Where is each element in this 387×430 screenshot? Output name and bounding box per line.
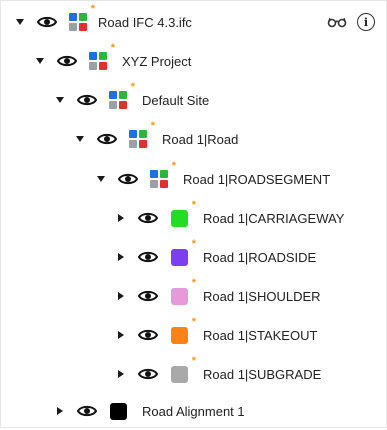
visibility-eye-icon[interactable] bbox=[36, 14, 58, 30]
tree-label-project: XYZ Project bbox=[122, 53, 192, 69]
tree-row-subgrade[interactable]: * Road 1|SUBGRADE bbox=[0, 355, 387, 393]
layer-color-swatch-icon: * bbox=[169, 239, 196, 268]
tree-row-road[interactable]: * Road 1|Road bbox=[0, 120, 387, 158]
visibility-eye-icon[interactable] bbox=[76, 403, 98, 419]
caret-expanded-icon[interactable] bbox=[74, 133, 86, 145]
tree-label-site: Default Site bbox=[142, 92, 210, 108]
tree-row-shoulder[interactable]: * Road 1|SHOULDER bbox=[0, 277, 387, 315]
modified-star-icon: * bbox=[90, 3, 95, 15]
caret-expanded-icon[interactable] bbox=[34, 55, 46, 67]
tree-row-site[interactable]: * Default Site bbox=[0, 81, 387, 119]
modified-star-icon: * bbox=[191, 355, 196, 367]
modified-star-icon: * bbox=[150, 120, 155, 132]
glasses-icon[interactable] bbox=[327, 16, 347, 28]
caret-collapsed-icon[interactable] bbox=[115, 251, 127, 263]
layer-color-swatch-icon: * bbox=[169, 278, 196, 307]
caret-expanded-icon[interactable] bbox=[95, 173, 107, 185]
caret-collapsed-icon[interactable] bbox=[115, 329, 127, 341]
ifc-mosaic-icon: * bbox=[88, 43, 115, 72]
visibility-eye-icon[interactable] bbox=[137, 288, 159, 304]
visibility-eye-icon[interactable] bbox=[117, 171, 139, 187]
tree-label-alignment: Road Alignment 1 bbox=[142, 403, 245, 419]
tree-row-roadside[interactable]: * Road 1|ROADSIDE bbox=[0, 238, 387, 276]
tree-label-road: Road 1|Road bbox=[162, 131, 239, 147]
modified-star-icon: * bbox=[171, 160, 176, 172]
visibility-eye-icon[interactable] bbox=[137, 327, 159, 343]
modified-star-icon: * bbox=[191, 238, 196, 250]
layer-color-swatch-icon: * bbox=[169, 317, 196, 346]
modified-star-icon: * bbox=[130, 81, 135, 93]
ifc-mosaic-icon: * bbox=[149, 161, 176, 190]
tree-row-stakeout[interactable]: * Road 1|STAKEOUT bbox=[0, 316, 387, 354]
tree-label-carriageway: Road 1|CARRIAGEWAY bbox=[203, 210, 345, 226]
caret-collapsed-icon[interactable] bbox=[54, 405, 66, 417]
tree-label-root: Road IFC 4.3.ifc bbox=[98, 14, 192, 30]
visibility-eye-icon[interactable] bbox=[56, 53, 78, 69]
tree-row-root[interactable]: * Road IFC 4.3.ifc i bbox=[0, 3, 387, 41]
caret-collapsed-icon[interactable] bbox=[115, 290, 127, 302]
visibility-eye-icon[interactable] bbox=[96, 131, 118, 147]
tree-label-roadside: Road 1|ROADSIDE bbox=[203, 249, 317, 265]
tree-label-roadsegment: Road 1|ROADSEGMENT bbox=[183, 171, 331, 187]
modified-star-icon: * bbox=[191, 277, 196, 289]
tree-label-shoulder: Road 1|SHOULDER bbox=[203, 288, 321, 304]
tree-label-stakeout: Road 1|STAKEOUT bbox=[203, 327, 318, 343]
caret-collapsed-icon[interactable] bbox=[115, 368, 127, 380]
modified-star-icon: * bbox=[110, 42, 115, 54]
ifc-mosaic-icon: * bbox=[108, 82, 135, 111]
visibility-eye-icon[interactable] bbox=[76, 92, 98, 108]
tree-row-carriageway[interactable]: * Road 1|CARRIAGEWAY bbox=[0, 199, 387, 237]
visibility-eye-icon[interactable] bbox=[137, 366, 159, 382]
caret-collapsed-icon[interactable] bbox=[115, 212, 127, 224]
ifc-mosaic-icon: * bbox=[128, 121, 155, 150]
tree-label-subgrade: Road 1|SUBGRADE bbox=[203, 366, 322, 382]
layer-color-swatch-icon: * bbox=[169, 356, 196, 385]
modified-star-icon: * bbox=[191, 316, 196, 328]
visibility-eye-icon[interactable] bbox=[137, 210, 159, 226]
alignment-color-swatch-icon bbox=[108, 400, 130, 422]
visibility-eye-icon[interactable] bbox=[137, 249, 159, 265]
tree-row-roadsegment[interactable]: * Road 1|ROADSEGMENT bbox=[0, 160, 387, 198]
layer-color-swatch-icon: * bbox=[169, 200, 196, 229]
info-icon[interactable]: i bbox=[357, 13, 375, 31]
caret-expanded-icon[interactable] bbox=[54, 94, 66, 106]
ifc-mosaic-icon: * bbox=[68, 4, 95, 33]
modified-star-icon: * bbox=[191, 199, 196, 211]
tree-row-project[interactable]: * XYZ Project bbox=[0, 42, 387, 80]
tree-row-alignment[interactable]: Road Alignment 1 bbox=[0, 392, 387, 430]
caret-expanded-icon[interactable] bbox=[14, 16, 26, 28]
